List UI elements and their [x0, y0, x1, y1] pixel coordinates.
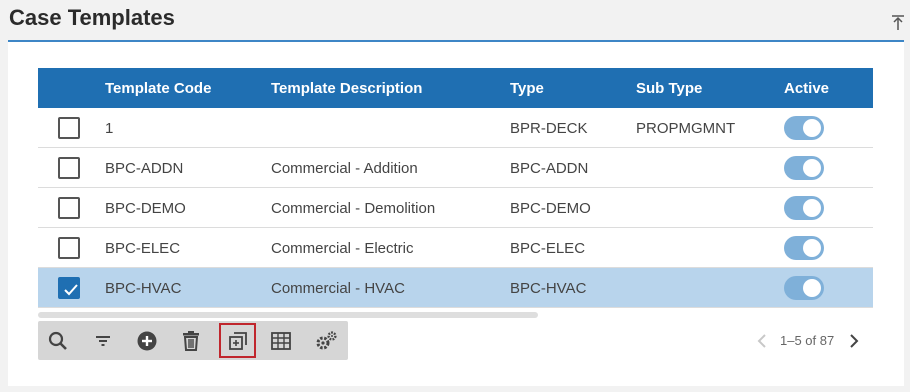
toggle-knob	[803, 119, 821, 137]
filter-icon	[96, 335, 110, 346]
page-header: Case Templates	[0, 0, 910, 44]
delete-button[interactable]	[174, 325, 208, 356]
toggle-knob	[803, 159, 821, 177]
active-toggle[interactable]	[784, 196, 824, 220]
columns-icon	[271, 331, 291, 350]
header-active[interactable]: Active	[784, 80, 829, 97]
cell-type: BPR-DECK	[510, 120, 588, 137]
cell-type: BPC-HVAC	[510, 280, 587, 297]
cell-sub-type: PROPMGMNT	[636, 120, 736, 137]
toggle-knob	[803, 279, 821, 297]
cell-template-description: Commercial - Electric	[271, 240, 414, 257]
cell-type: BPC-DEMO	[510, 200, 591, 217]
toggle-knob	[803, 239, 821, 257]
search-button[interactable]	[41, 325, 75, 356]
cell-template-description: Commercial - HVAC	[271, 280, 405, 297]
pagination: 1–5 of 87	[748, 326, 868, 356]
row-checkbox[interactable]	[58, 197, 80, 219]
header-sub-type[interactable]: Sub Type	[636, 80, 702, 97]
cell-template-description: Commercial - Demolition	[271, 200, 436, 217]
filter-button[interactable]	[86, 325, 120, 356]
cell-template-code: BPC-ELEC	[105, 240, 181, 257]
copy-template-button[interactable]	[219, 323, 256, 358]
table-toolbar	[38, 321, 348, 360]
horizontal-scrollbar[interactable]	[38, 312, 538, 318]
previous-page-button[interactable]	[754, 332, 770, 350]
page-title: Case Templates	[9, 5, 175, 30]
cell-template-description: Commercial - Addition	[271, 160, 418, 177]
next-page-button[interactable]	[846, 332, 862, 350]
row-checkbox[interactable]	[58, 277, 80, 299]
add-button[interactable]	[130, 325, 164, 356]
active-toggle[interactable]	[784, 236, 824, 260]
search-icon	[48, 331, 67, 350]
cell-type: BPC-ADDN	[510, 160, 589, 177]
chevron-right-icon	[850, 334, 859, 348]
table-row[interactable]: BPC-ADDN Commercial - Addition BPC-ADDN	[38, 148, 873, 188]
collapse-up-icon	[892, 15, 904, 30]
active-toggle[interactable]	[784, 156, 824, 180]
settings-icon	[316, 330, 337, 349]
table-row[interactable]: BPC-ELEC Commercial - Electric BPC-ELEC	[38, 228, 873, 268]
columns-button[interactable]	[264, 325, 298, 356]
header-template-code[interactable]: Template Code	[105, 80, 211, 97]
row-checkbox[interactable]	[58, 237, 80, 259]
header-type[interactable]: Type	[510, 80, 544, 97]
row-checkbox[interactable]	[58, 117, 80, 139]
row-checkbox[interactable]	[58, 157, 80, 179]
active-toggle[interactable]	[784, 276, 824, 300]
toggle-knob	[803, 199, 821, 217]
copy-icon	[228, 331, 247, 350]
chevron-left-icon	[757, 334, 766, 348]
templates-card: Template Code Template Description Type …	[8, 42, 904, 386]
settings-button[interactable]	[309, 325, 343, 356]
active-toggle[interactable]	[784, 116, 824, 140]
header-template-description[interactable]: Template Description	[271, 80, 422, 97]
cell-template-code: 1	[105, 120, 114, 137]
checkmark-icon	[64, 284, 78, 296]
table-row[interactable]: 1 BPR-DECK PROPMGMNT	[38, 108, 873, 148]
cell-type: BPC-ELEC	[510, 240, 586, 257]
add-icon	[137, 331, 157, 350]
templates-table: Template Code Template Description Type …	[38, 68, 873, 308]
table-row[interactable]: BPC-DEMO Commercial - Demolition BPC-DEM…	[38, 188, 873, 228]
pagination-range: 1–5 of 87	[780, 333, 835, 348]
delete-icon	[183, 330, 199, 351]
table-row-selected[interactable]: BPC-HVAC Commercial - HVAC BPC-HVAC	[38, 268, 873, 308]
cell-template-code: BPC-HVAC	[105, 280, 182, 297]
table-header: Template Code Template Description Type …	[38, 68, 873, 108]
cell-template-code: BPC-ADDN	[105, 160, 184, 177]
cell-template-code: BPC-DEMO	[105, 200, 186, 217]
collapse-to-top-button[interactable]	[888, 12, 908, 32]
